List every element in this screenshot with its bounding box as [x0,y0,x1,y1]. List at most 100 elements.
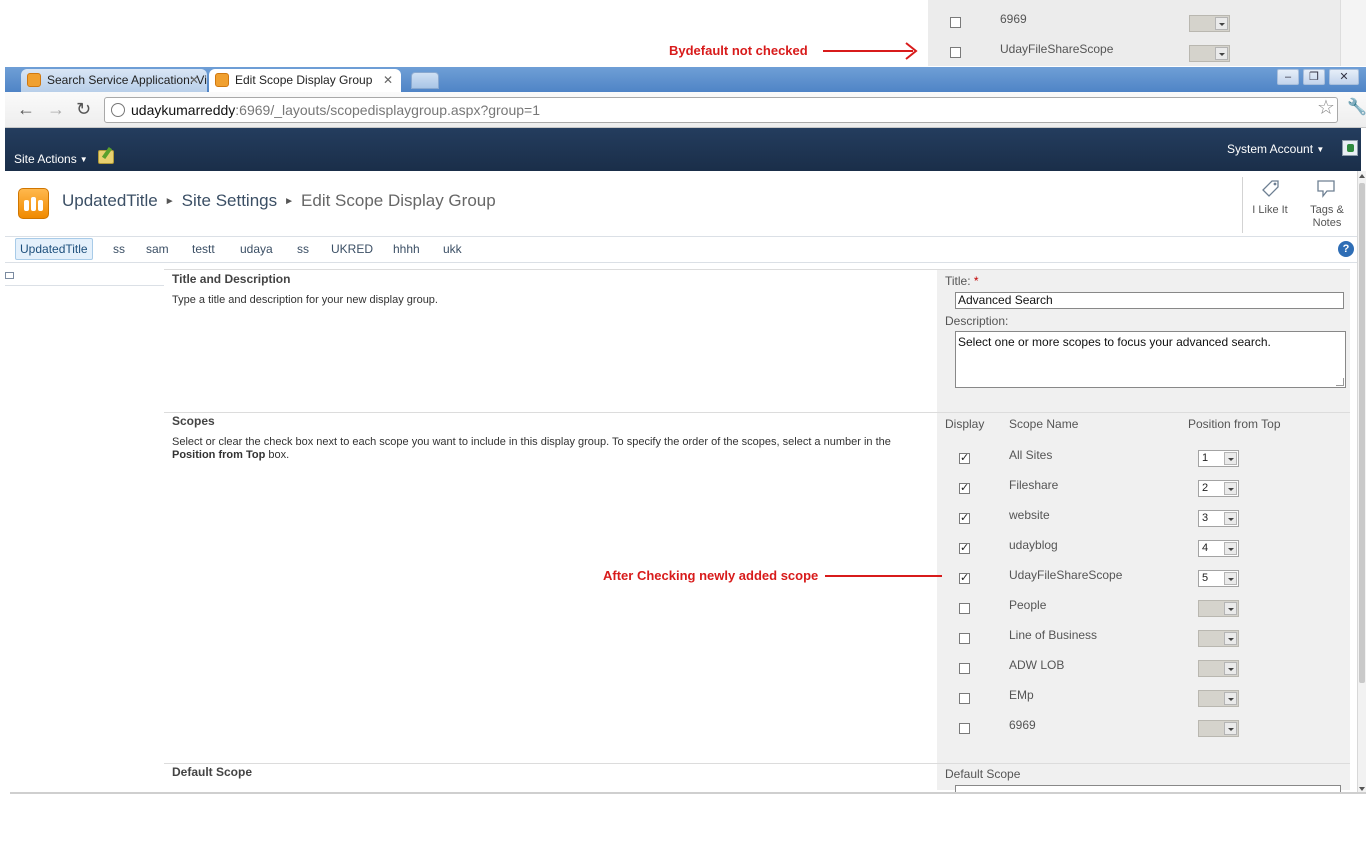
scope-name: UdayFileShareScope [1009,568,1123,582]
snippet-position-select[interactable] [1189,15,1230,32]
tab-edit-scope-display-group[interactable]: Edit Scope Display Group ✕ [209,69,401,92]
description-label: Description: [945,314,1009,328]
scope-display-checkbox[interactable] [959,633,970,644]
scope-display-checkbox[interactable] [959,451,970,464]
annotation-arrow-top [823,50,913,52]
scope-display-checkbox[interactable] [959,603,970,614]
tags-notes-label-1: Tags & [1310,204,1344,216]
snippet-scope-name: UdayFileShareScope [1000,42,1114,56]
topnav-item[interactable]: ukk [443,241,462,257]
chevron-down-icon [1224,572,1237,585]
url-host: udaykumarreddy [131,102,236,118]
wrench-icon[interactable]: 🔧 [1347,100,1366,116]
description-textarea[interactable]: Select one or more scopes to focus your … [955,331,1346,388]
scope-display-checkbox[interactable] [959,481,970,494]
tag-icon [1262,180,1279,197]
topnav-item[interactable]: ss [297,241,309,257]
scope-display-checkbox[interactable] [959,541,970,554]
scope-name: 6969 [1009,718,1036,732]
browser-tab-bar: Search Service Application: Vi ✕ Edit Sc… [5,67,1366,92]
scope-position-select[interactable]: 3 [1198,510,1239,527]
i-like-it-button[interactable]: I Like It [1245,176,1295,217]
tab-search-service[interactable]: Search Service Application: Vi ✕ [21,69,207,92]
column-header-scope-name: Scope Name [1009,417,1079,431]
topnav-item[interactable]: sam [146,241,169,257]
topnav-item[interactable]: UpdatedTitle [15,238,93,260]
scope-name: Line of Business [1009,628,1098,642]
topnav-item[interactable]: udaya [240,241,273,257]
snippet-checkbox-udayfilesharescope[interactable] [950,47,961,58]
bookmark-star-icon[interactable]: ☆ [1317,98,1335,118]
topnav-item[interactable]: UKRED [331,241,373,257]
window-close-button[interactable]: ✕ [1329,69,1359,85]
close-icon[interactable]: ✕ [383,69,393,91]
quick-launch-icon[interactable] [5,272,14,279]
section-divider [164,763,1350,764]
topnav-item[interactable]: hhhh [393,241,420,257]
site-logo-icon[interactable] [18,188,49,219]
description-value: Select one or more scopes to focus your … [958,335,1271,349]
annotation-line-middle [825,575,942,577]
chevron-down-icon [1224,662,1237,675]
sharepoint-favicon-icon [27,73,41,87]
scope-display-checkbox[interactable] [959,571,970,584]
reload-icon[interactable]: ↻ [76,100,91,118]
edit-page-icon[interactable] [98,150,114,164]
user-menu[interactable]: System Account ▼ [1227,142,1324,156]
topnav-item[interactable]: testt [192,241,215,257]
user-name: System Account [1227,142,1314,156]
close-icon[interactable]: ✕ [189,69,199,91]
scope-position-select[interactable] [1198,690,1239,707]
snippet-position-select[interactable] [1189,45,1230,62]
scroll-up-icon[interactable] [1358,171,1366,179]
scope-position-select[interactable]: 4 [1198,540,1239,557]
minimize-button[interactable]: – [1277,69,1299,85]
address-bar[interactable]: udaykumarreddy:6969/_layouts/scopedispla… [104,97,1338,123]
scope-position-select[interactable] [1198,600,1239,617]
scope-position-select[interactable] [1198,660,1239,677]
snippet-checkbox-6969[interactable] [950,17,961,28]
title-input[interactable]: Advanced Search [955,292,1344,309]
scroll-thumb[interactable] [1359,183,1365,683]
help-icon[interactable]: ? [1338,241,1354,257]
restore-button[interactable]: ❐ [1303,69,1325,85]
scope-position-select[interactable] [1198,630,1239,647]
url-path: :6969/_layouts/scopedisplaygroup.aspx?gr… [235,102,540,118]
site-actions-label: Site Actions [14,152,77,166]
scope-name: ADW LOB [1009,658,1065,672]
window-bottom-edge [10,792,1366,794]
scope-display-checkbox[interactable] [959,693,970,704]
scope-position-value: 4 [1202,542,1209,554]
resize-grip-icon[interactable] [1336,378,1344,386]
globe-icon [111,103,125,117]
page-scrollbar[interactable] [1357,171,1366,793]
default-scope-select[interactable] [955,785,1341,792]
scope-name: People [1009,598,1047,612]
site-actions-menu[interactable]: Site Actions ▼ [14,152,88,166]
tags-notes-button[interactable]: Tags & Notes [1302,176,1352,230]
scope-display-checkbox[interactable] [959,723,970,734]
back-icon[interactable]: ← [17,100,35,118]
scope-position-value: 1 [1202,452,1209,464]
quick-launch-divider [5,285,164,286]
scope-position-value: 3 [1202,512,1209,524]
forward-icon[interactable]: → [47,100,65,118]
tab-label: Edit Scope Display Group [235,73,373,87]
topnav-item[interactable]: ss [113,241,125,257]
scope-position-select[interactable]: 1 [1198,450,1239,467]
breadcrumb-site[interactable]: UpdatedTitle [62,191,158,210]
default-scope-label: Default Scope [945,767,1021,781]
section-divider [164,412,1350,413]
new-tab-button[interactable] [411,72,439,89]
breadcrumb-site-settings[interactable]: Site Settings [182,191,277,210]
scope-display-checkbox[interactable] [959,511,970,524]
scope-position-select[interactable] [1198,720,1239,737]
scope-position-select[interactable]: 2 [1198,480,1239,497]
scope-position-select[interactable]: 5 [1198,570,1239,587]
user-status-icon[interactable] [1342,140,1358,156]
scope-display-checkbox[interactable] [959,663,970,674]
page-title-area: UpdatedTitle ► Site Settings ► Edit Scope Di… [5,171,1361,237]
chevron-down-icon [1224,602,1237,615]
chevron-down-icon [1224,542,1237,555]
page-title: Edit Scope Display Group [301,191,496,210]
